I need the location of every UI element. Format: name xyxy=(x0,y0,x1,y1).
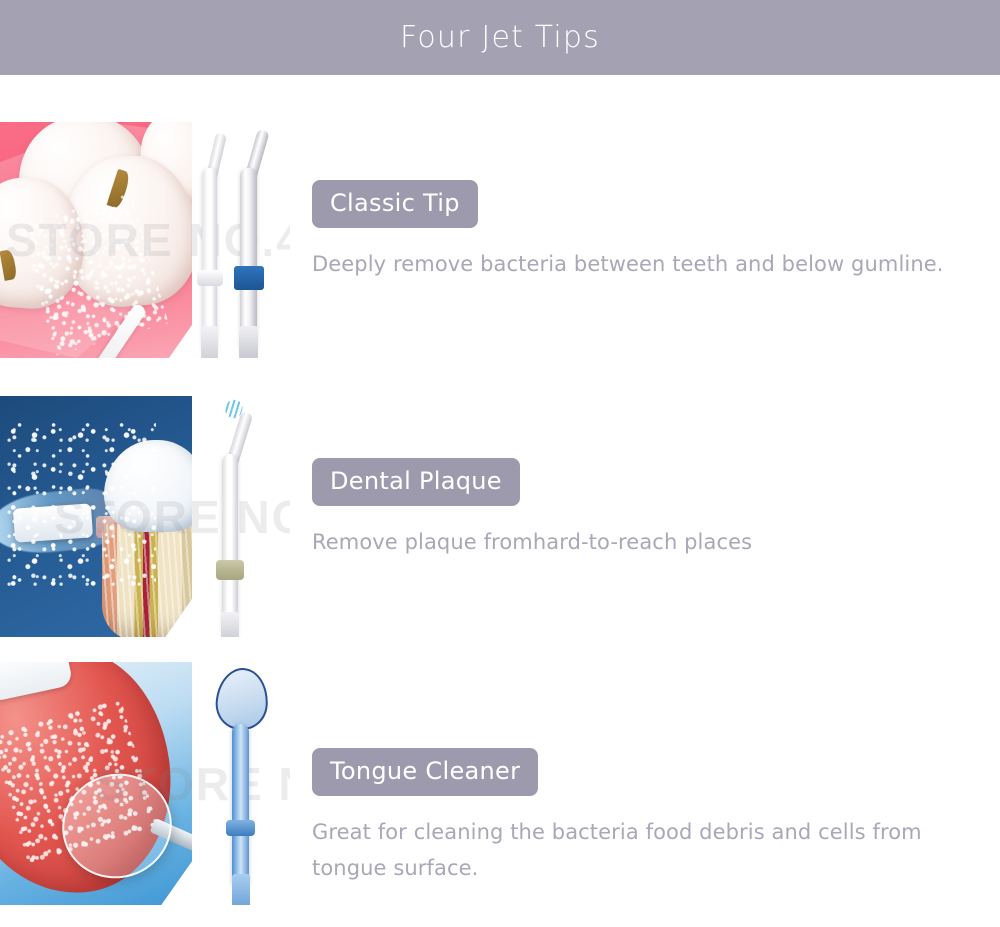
feature-badge-classic-tip: Classic Tip xyxy=(312,180,478,228)
feature-badge-dental-plaque: Dental Plaque xyxy=(312,458,520,506)
feature-row-classic-tip: STORE NO.45 Classic Tip Deeply remove ba… xyxy=(0,122,1000,358)
jet-tip-tools-classic xyxy=(188,122,290,358)
feature-row-dental-plaque: STORE NO.45 Dental Plaque Remove plaque … xyxy=(0,396,1000,637)
feature-image-dental-plaque: STORE NO.45 xyxy=(0,396,290,637)
photo-panel-teeth xyxy=(0,122,192,358)
feature-image-tongue-cleaner: STORE NO.45 xyxy=(0,662,290,905)
jet-tip-tool-tongue xyxy=(188,662,290,905)
tongue-cleaner-base xyxy=(232,874,250,905)
tongue-cleaner-head xyxy=(213,666,271,732)
tongue-cleaner-collar xyxy=(226,820,255,836)
jet-tip-tool-plaque xyxy=(188,396,290,637)
feature-copy-tongue-cleaner: Tongue Cleaner Great for cleaning the ba… xyxy=(290,662,1000,886)
page-title: Four Jet Tips xyxy=(399,20,601,55)
feature-row-tongue-cleaner: STORE NO.45 Tongue Cleaner Great for cle… xyxy=(0,662,1000,905)
feature-description-dental-plaque: Remove plaque fromhard-to-reach places xyxy=(312,530,753,554)
feature-description-tongue-cleaner: Great for cleaning the bacteria food deb… xyxy=(312,820,922,880)
photo-panel-tooth-section xyxy=(0,396,192,637)
feature-badge-tongue-cleaner: Tongue Cleaner xyxy=(312,748,539,796)
classic-tip-collar xyxy=(197,270,223,286)
plaque-tip-shaft xyxy=(222,454,238,637)
feature-description-classic-tip: Deeply remove bacteria between teeth and… xyxy=(312,252,944,276)
plaque-tip-base xyxy=(221,612,239,637)
plaque-tip-collar xyxy=(216,560,244,580)
water-droplets xyxy=(6,420,156,596)
feature-image-classic-tip: STORE NO.45 xyxy=(0,122,290,358)
classic-tip-base xyxy=(201,326,218,358)
photo-panel-tongue xyxy=(0,662,192,905)
feature-copy-dental-plaque: Dental Plaque Remove plaque fromhard-to-… xyxy=(290,396,1000,560)
secondary-tip-blue-collar xyxy=(234,266,264,290)
tongue-cleaner-shaft xyxy=(232,724,249,888)
secondary-tip-base xyxy=(239,326,258,358)
page-header: Four Jet Tips xyxy=(0,0,1000,75)
product-infographic-page: { "header": { "title": "Four Jet Tips", … xyxy=(0,0,1000,927)
feature-copy-classic-tip: Classic Tip Deeply remove bacteria betwe… xyxy=(290,122,1000,282)
